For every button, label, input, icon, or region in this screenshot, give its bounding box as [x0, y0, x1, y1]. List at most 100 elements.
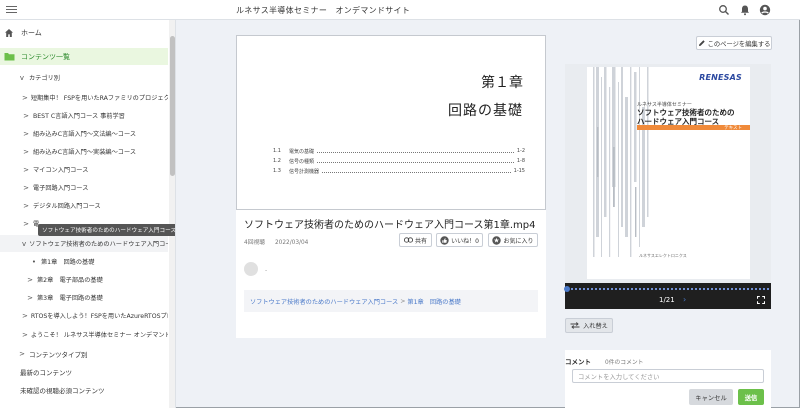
account-icon[interactable]	[759, 4, 771, 16]
progress-knob[interactable]	[564, 286, 570, 292]
sidebar-item-label: ソフトウェア技術者のためのハードウェア入門コース	[29, 241, 168, 248]
sidebar-item-course[interactable]: > 電子回路入門コース	[0, 179, 168, 196]
breadcrumb-course-link[interactable]: ソフトウェア技術者のためのハードウェア入門コース	[250, 297, 398, 306]
toc-title: 信号の種類	[289, 158, 315, 165]
chevron-right-icon: >	[19, 349, 25, 358]
sidebar-item-unwatched-required[interactable]: 未確認の視聴必須コンテンツ	[0, 381, 168, 398]
sidebar: ホーム コンテンツ一覧 v カテゴリ別 > 短期集中！ FSPを用いたRAファミ…	[0, 20, 176, 408]
swap-label: 入れ替え	[583, 323, 608, 330]
cover-pattern-graphic	[593, 67, 649, 257]
bullet-icon: •	[31, 257, 37, 266]
chevron-right-icon: >	[27, 293, 33, 302]
viewer-control-bar: 1/21 ›	[564, 283, 771, 309]
view-count: 4回視聴	[244, 240, 266, 246]
next-page-icon[interactable]: ›	[683, 295, 686, 304]
chevron-down-icon: v	[22, 239, 27, 248]
slide-title: 回路の基礎	[448, 103, 523, 119]
avatar	[244, 262, 258, 276]
like-label: いいね！0	[451, 237, 479, 245]
sidebar-item-course[interactable]: > デジタル回路入門コース	[0, 197, 168, 214]
sidebar-item-label: 組み込みC言語入門～実装編～コース	[33, 149, 137, 156]
chevron-right-icon: >	[23, 165, 29, 174]
fullscreen-icon[interactable]	[757, 296, 765, 304]
sidebar-item-chapter[interactable]: > 第2章 電子部品の基礎	[0, 271, 168, 288]
edit-page-button[interactable]: このページを編集する	[696, 36, 772, 50]
sidebar-item-label: コンテンツ一覧	[21, 52, 70, 61]
toc-num: 1.3	[273, 168, 281, 174]
sidebar-item-contents[interactable]: コンテンツ一覧	[0, 48, 168, 65]
sidebar-scrollbar[interactable]	[169, 20, 175, 408]
edit-page-label: このページを編集する	[707, 40, 771, 48]
thumbs-up-icon	[440, 235, 449, 245]
sidebar-item-chapter-current[interactable]: • 第1章 回路の基礎	[0, 253, 168, 270]
sidebar-item-latest[interactable]: 最新のコンテンツ	[0, 363, 168, 380]
sidebar-item-chapter[interactable]: > 第3章 電子回路の基礎	[0, 289, 168, 306]
page-progress-bar[interactable]	[567, 288, 769, 290]
sidebar-item-label: 最新のコンテンツ	[20, 368, 72, 377]
bell-icon[interactable]	[739, 4, 751, 16]
chevron-down-icon: v	[19, 73, 25, 82]
document-viewer[interactable]: RENESAS ルネサス半導体セミナー ソフトウェア技術者のための ハードウェア…	[564, 64, 771, 309]
sidebar-item-label: 未確認の視聴必須コンテンツ	[20, 386, 105, 395]
video-title: ソフトウェア技術者のためのハードウェア入門コース第1章.mp4	[244, 220, 536, 231]
cover-band: テキスト	[637, 125, 750, 131]
comment-count: 0件のコメント	[605, 360, 644, 366]
video-meta: 4回視聴 2022/03/04	[244, 237, 316, 246]
cover-band-label: テキスト	[724, 125, 742, 131]
chevron-right-icon: >	[23, 111, 29, 120]
sidebar-category-by-category[interactable]: v カテゴリ別	[0, 69, 168, 86]
folder-icon	[4, 53, 15, 61]
tooltip: ソフトウェア技術者のためのハードウェア入門コース	[38, 224, 175, 236]
toc-page: 1-2	[516, 148, 525, 154]
sidebar-item-label: 短期集中！ FSPを用いたRAファミリのプロジェクト...	[30, 95, 168, 102]
share-button[interactable]: 共有	[399, 233, 432, 247]
sidebar-item-course[interactable]: > RTOSを導入しよう！FSPを用いたAzureRTOSプロジ...	[0, 307, 168, 324]
sidebar-item-label: 組み込みC言語入門～文法編～コース	[33, 131, 137, 138]
sidebar-item-label: 電子回路入門コース	[33, 185, 89, 192]
sidebar-item-label: 第3章 電子回路の基礎	[37, 295, 103, 302]
like-button[interactable]: いいね！0	[436, 233, 483, 247]
renesas-logo: RENESAS	[699, 73, 742, 82]
sidebar-item-label: RTOSを導入しよう！FSPを用いたAzureRTOSプロジ...	[30, 313, 168, 320]
submit-button[interactable]: 送信	[738, 389, 764, 405]
search-icon[interactable]	[718, 4, 730, 16]
chevron-right-icon: >	[23, 147, 29, 156]
sidebar-item-course[interactable]: > 組み込みC言語入門～実装編～コース	[0, 143, 168, 160]
home-icon	[5, 28, 13, 37]
favorite-button[interactable]: お気に入り	[488, 233, 538, 247]
cancel-button[interactable]: キャンセル	[689, 389, 733, 405]
sidebar-item-label: マイコン入門コース	[33, 167, 89, 174]
sidebar-item-course-current[interactable]: v ソフトウェア技術者のためのハードウェア入門コース	[0, 235, 168, 252]
sidebar-item-label: カテゴリ別	[29, 75, 60, 82]
toc-title: 電気の基礎	[289, 148, 315, 155]
sidebar-item-course[interactable]: > 組み込みC言語入門～文法編～コース	[0, 125, 168, 142]
chevron-right-icon: >	[23, 219, 29, 228]
slide-toc: 1.1 電気の基礎 1-2 1.2 信号の種類 1-8 1.3 信号計測機器 1-15	[273, 146, 525, 176]
chevron-right-icon: >	[23, 201, 29, 210]
swap-button[interactable]: 入れ替え	[565, 318, 613, 333]
breadcrumb-separator: >	[400, 297, 406, 305]
sidebar-item-course[interactable]: > 短期集中！ FSPを用いたRAファミリのプロジェクト...	[0, 89, 168, 106]
sidebar-item-home[interactable]: ホーム	[0, 24, 168, 41]
hamburger-menu-icon[interactable]	[6, 4, 17, 15]
favorite-label: お気に入り	[503, 237, 534, 245]
sidebar-category-by-type[interactable]: > コンテンツタイプ別	[0, 345, 168, 362]
comment-panel: コメント 0件のコメント コメントを入力してください キャンセル 送信	[565, 350, 771, 408]
toc-row: 1.1 電気の基礎 1-2	[273, 146, 525, 156]
toc-title: 信号計測機器	[289, 168, 320, 175]
cover-footer: ルネサスエレクトロニクス	[639, 253, 687, 258]
breadcrumb-chapter-link[interactable]: 第1章 回路の基礎	[407, 297, 460, 306]
sidebar-item-course[interactable]: > ようこそ！ ルネサス半導体セミナー オンデマンドサ...	[0, 326, 168, 343]
scrollbar-thumb[interactable]	[170, 36, 175, 176]
comment-header: コメント	[565, 358, 591, 366]
sidebar-item-label: ホーム	[21, 28, 42, 37]
page-indicator: 1/21	[659, 296, 675, 304]
sidebar-item-course[interactable]: > BEST C言語入門コース 事前学習	[0, 107, 168, 124]
comment-input[interactable]: コメントを入力してください	[572, 369, 764, 383]
sidebar-item-course[interactable]: > マイコン入門コース	[0, 161, 168, 178]
site-title: ルネサス半導体セミナー オンデマンドサイト	[236, 6, 411, 15]
video-slide[interactable]: 第１章 回路の基礎 1.1 電気の基礎 1-2 1.2 信号の種類 1-8 1.3 信号計…	[236, 35, 546, 210]
toc-num: 1.2	[273, 158, 281, 164]
top-bar: ルネサス半導体セミナー オンデマンドサイト	[0, 0, 800, 20]
link-icon	[404, 237, 413, 243]
